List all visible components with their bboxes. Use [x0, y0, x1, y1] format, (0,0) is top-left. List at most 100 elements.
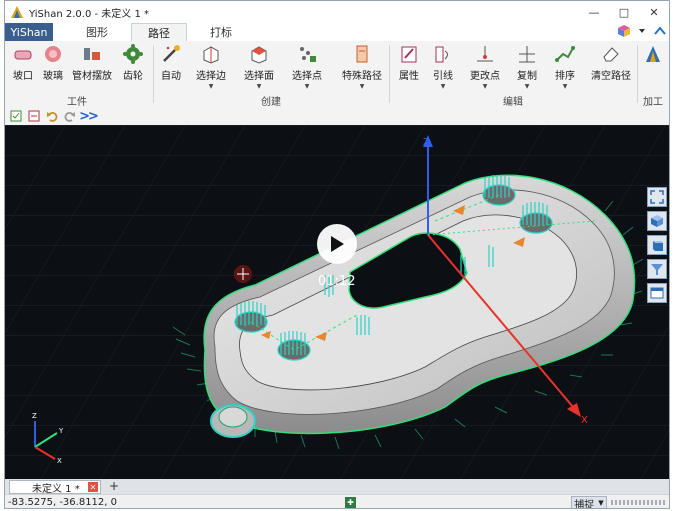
more-tools-button[interactable]: >> [79, 109, 99, 124]
gear-button[interactable]: 齿轮 [113, 43, 153, 82]
lead-line-button[interactable]: 引线 ▼ [423, 43, 463, 90]
special-path-button[interactable]: 特殊路径 ▼ [339, 43, 385, 90]
sort-button[interactable]: 排序 ▼ [545, 43, 585, 90]
change-point-button[interactable]: 更改点 ▼ [465, 43, 505, 90]
triad-x-label: X [57, 457, 62, 465]
magic-wand-icon [163, 45, 180, 62]
special-path-label: 特殊路径 [342, 71, 382, 82]
select-point-icon [300, 47, 316, 62]
status-bar: -83.5275, -36.8112, 0 ✚ 捕捉 ▼ [5, 494, 669, 508]
snap-dropdown[interactable]: 捕捉 ▼ [571, 496, 607, 508]
tab-graphics[interactable]: 图形 [77, 23, 117, 41]
app-menu-tab[interactable]: YiShan [5, 23, 53, 41]
resize-grip[interactable] [611, 500, 667, 505]
auto-button[interactable]: 自动 [151, 43, 191, 82]
3d-viewport[interactable]: Z X Z Y X 01:12 [5, 125, 669, 479]
select-face-icon [251, 46, 267, 64]
select-point-dropdown-icon[interactable]: ▼ [305, 83, 310, 90]
document-tab-close-icon[interactable]: ✕ [88, 482, 98, 492]
close-button[interactable]: ✕ [639, 1, 669, 23]
machining-button[interactable] [635, 43, 669, 65]
properties-icon [401, 46, 417, 63]
change-point-dropdown-icon[interactable]: ▼ [483, 83, 488, 90]
view-cube-iso-icon[interactable] [647, 211, 667, 231]
view-cube-front-icon[interactable] [647, 235, 667, 255]
select-edge-button[interactable]: 选择边 ▼ [191, 43, 231, 90]
undo-icon[interactable] [46, 110, 58, 122]
glass-label: 玻璃 [43, 71, 63, 82]
redo-icon[interactable] [64, 110, 76, 122]
select-edge-dropdown-icon[interactable]: ▼ [209, 83, 214, 90]
maximize-button[interactable]: □ [609, 1, 639, 23]
lead-line-label: 引线 [433, 71, 453, 82]
group-label-machining: 加工 [643, 97, 663, 108]
ribbon-tabs: YiShan 图形 路径 打标 [5, 23, 669, 42]
pivot-marker-icon[interactable] [234, 265, 252, 283]
select-point-button[interactable]: 选择点 ▼ [287, 43, 327, 90]
world-axis-z-label: Z [423, 137, 430, 148]
select-point-label: 选择点 [292, 71, 322, 82]
gear-label: 齿轮 [123, 71, 143, 82]
eraser-icon [603, 47, 619, 62]
scene-canvas: Z X Z Y X [5, 125, 669, 479]
lead-line-icon [435, 46, 448, 63]
triad-z-label: Z [32, 412, 37, 420]
select-edge-label: 选择边 [196, 71, 226, 82]
import-icon[interactable] [10, 110, 22, 122]
window-view-icon[interactable] [647, 283, 667, 303]
view-tools [647, 187, 669, 303]
snap-toggle-icon[interactable]: ✚ [345, 497, 356, 508]
fit-view-icon[interactable] [647, 187, 667, 207]
document-tab-bar: 未定义 1 * ✕ + [5, 479, 669, 495]
lead-line-dropdown-icon[interactable]: ▼ [441, 83, 446, 90]
select-edge-icon [203, 46, 219, 64]
sort-label: 排序 [555, 71, 575, 82]
tube-placement-label: 管材摆放 [72, 71, 112, 82]
world-axis-x-label: X [581, 415, 588, 426]
dropdown-arrow-icon[interactable] [637, 26, 647, 36]
bevel-icon [14, 50, 32, 60]
triad-y-label: Y [58, 427, 64, 435]
select-face-dropdown-icon[interactable]: ▼ [257, 83, 262, 90]
change-point-label: 更改点 [470, 71, 500, 82]
select-face-button[interactable]: 选择面 ▼ [239, 43, 279, 90]
collapse-ribbon-icon[interactable] [653, 24, 667, 38]
clear-path-label: 清空路径 [591, 71, 631, 82]
select-face-label: 选择面 [244, 71, 274, 82]
style-cube-icon[interactable] [617, 24, 631, 38]
machining-icon [646, 46, 660, 62]
tube-placement-icon [84, 48, 100, 60]
special-path-icon [356, 45, 368, 63]
copy-button[interactable]: 复制 ▼ [507, 43, 547, 90]
play-icon [331, 236, 344, 252]
glass-button[interactable]: 玻璃 [33, 43, 73, 82]
properties-label: 属性 [399, 71, 419, 82]
special-path-dropdown-icon[interactable]: ▼ [360, 83, 365, 90]
export-icon[interactable] [28, 110, 40, 122]
copy-label: 复制 [517, 71, 537, 82]
change-point-icon [477, 46, 493, 62]
bottom-boss [210, 404, 256, 438]
filter-icon[interactable] [647, 259, 667, 279]
group-label-workpiece: 工件 [67, 97, 87, 108]
document-tab-label: 未定义 1 * [32, 483, 80, 495]
tab-path[interactable]: 路径 [131, 23, 187, 42]
group-label-edit: 编辑 [503, 97, 523, 108]
window-title: YiShan 2.0.0 - 未定义 1 * [29, 8, 149, 20]
clear-path-button[interactable]: 清空路径 [589, 43, 633, 82]
title-bar: YiShan 2.0.0 - 未定义 1 * — □ ✕ [5, 1, 669, 23]
tube-placement-button[interactable]: 管材摆放 [69, 43, 115, 82]
add-document-button[interactable]: + [109, 479, 119, 493]
bevel-label: 坡口 [13, 71, 33, 82]
app-window: YiShan 2.0.0 - 未定义 1 * — □ ✕ YiShan 图形 路… [4, 0, 670, 509]
minimize-button[interactable]: — [579, 1, 609, 23]
sort-dropdown-icon[interactable]: ▼ [563, 83, 568, 90]
snap-dropdown-arrow-icon: ▼ [598, 499, 604, 507]
copy-dropdown-icon[interactable]: ▼ [525, 83, 530, 90]
copy-icon [519, 46, 535, 63]
quick-toolbar: >> [5, 107, 669, 125]
document-tab[interactable]: 未定义 1 * ✕ [9, 480, 101, 495]
video-play-button[interactable] [317, 224, 357, 264]
auto-label: 自动 [161, 71, 181, 82]
tab-marking[interactable]: 打标 [201, 23, 241, 41]
